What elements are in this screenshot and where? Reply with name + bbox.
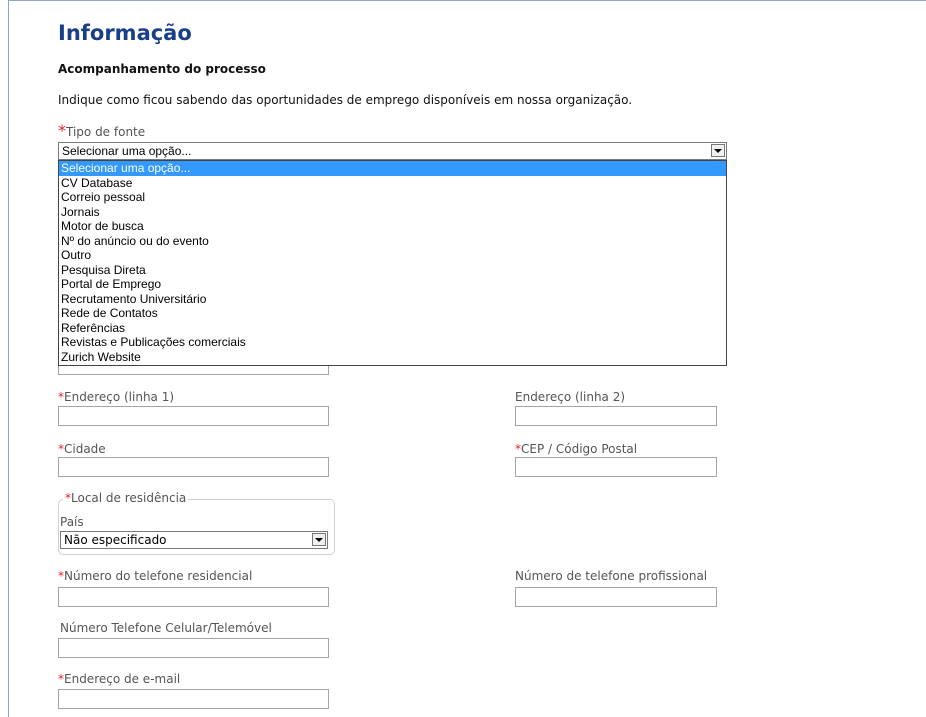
page-title: Informação bbox=[58, 21, 192, 45]
home-phone-label-text: Número do telefone residencial bbox=[64, 569, 253, 583]
source-option[interactable]: Outro bbox=[59, 248, 726, 263]
postal-code-label: *CEP / Código Postal bbox=[515, 442, 637, 457]
source-option[interactable]: Correio pessoal bbox=[59, 190, 726, 205]
city-label: *Cidade bbox=[58, 442, 106, 457]
work-phone-input[interactable] bbox=[515, 587, 717, 607]
mobile-phone-input[interactable] bbox=[58, 638, 329, 658]
residence-legend: *Local de residência bbox=[63, 491, 189, 506]
page-frame-left-border bbox=[8, 0, 9, 717]
source-type-select[interactable]: Selecionar uma opção... bbox=[58, 142, 727, 160]
email-label: *Endereço de e-mail bbox=[58, 672, 180, 687]
address1-label: *Endereço (linha 1) bbox=[58, 390, 174, 405]
address2-input[interactable] bbox=[515, 406, 717, 426]
source-type-label: *Tipo de fonte bbox=[58, 121, 146, 140]
mobile-phone-label: Número Telefone Celular/Telemóvel bbox=[60, 621, 272, 635]
source-option[interactable]: Rede de Contatos bbox=[59, 306, 726, 321]
source-option[interactable]: Pesquisa Direta bbox=[59, 263, 726, 278]
address1-label-text: Endereço (linha 1) bbox=[64, 390, 175, 404]
country-select[interactable]: Não especificado bbox=[60, 531, 328, 549]
instructions-text: Indique como ficou sabendo das oportunid… bbox=[58, 93, 633, 107]
source-option[interactable]: Zurich Website bbox=[59, 350, 726, 365]
source-option[interactable]: Jornais bbox=[59, 205, 726, 220]
address1-input[interactable] bbox=[58, 406, 329, 426]
city-label-text: Cidade bbox=[64, 442, 106, 456]
chevron-down-icon bbox=[714, 148, 722, 153]
postal-code-input[interactable] bbox=[515, 457, 717, 477]
required-marker: * bbox=[58, 121, 66, 140]
page-frame-top-border bbox=[8, 0, 926, 1]
source-option[interactable]: Portal de Emprego bbox=[59, 277, 726, 292]
source-type-selected-value: Selecionar uma opção... bbox=[62, 144, 192, 158]
section-subtitle: Acompanhamento do processo bbox=[58, 62, 266, 76]
residence-legend-text: Local de residência bbox=[71, 491, 187, 505]
source-option[interactable]: Recrutamento Universitário bbox=[59, 292, 726, 307]
source-type-dropdown-button[interactable] bbox=[711, 144, 725, 157]
source-type-label-text: Tipo de fonte bbox=[66, 125, 146, 139]
source-option[interactable]: Revistas e Publicações comerciais bbox=[59, 335, 726, 350]
chevron-down-icon bbox=[315, 537, 323, 542]
email-label-text: Endereço de e-mail bbox=[64, 672, 181, 686]
postal-code-label-text: CEP / Código Postal bbox=[521, 442, 638, 456]
country-selected-value: Não especificado bbox=[64, 533, 167, 547]
address2-label: Endereço (linha 2) bbox=[515, 390, 626, 404]
source-option[interactable]: Selecionar uma opção... bbox=[59, 161, 726, 176]
source-type-options-list[interactable]: Selecionar uma opção... CV Database Corr… bbox=[58, 160, 727, 366]
source-option[interactable]: CV Database bbox=[59, 176, 726, 191]
source-option[interactable]: Referências bbox=[59, 321, 726, 336]
home-phone-input[interactable] bbox=[58, 587, 329, 607]
country-dropdown-button[interactable] bbox=[312, 533, 326, 546]
source-option[interactable]: Nº do anúncio ou do evento bbox=[59, 234, 726, 249]
country-label: País bbox=[60, 515, 84, 529]
email-input[interactable] bbox=[58, 689, 329, 709]
city-input[interactable] bbox=[58, 457, 329, 477]
source-option[interactable]: Motor de busca bbox=[59, 219, 726, 234]
work-phone-label: Número de telefone profissional bbox=[515, 569, 708, 583]
home-phone-label: *Número do telefone residencial bbox=[58, 569, 252, 584]
